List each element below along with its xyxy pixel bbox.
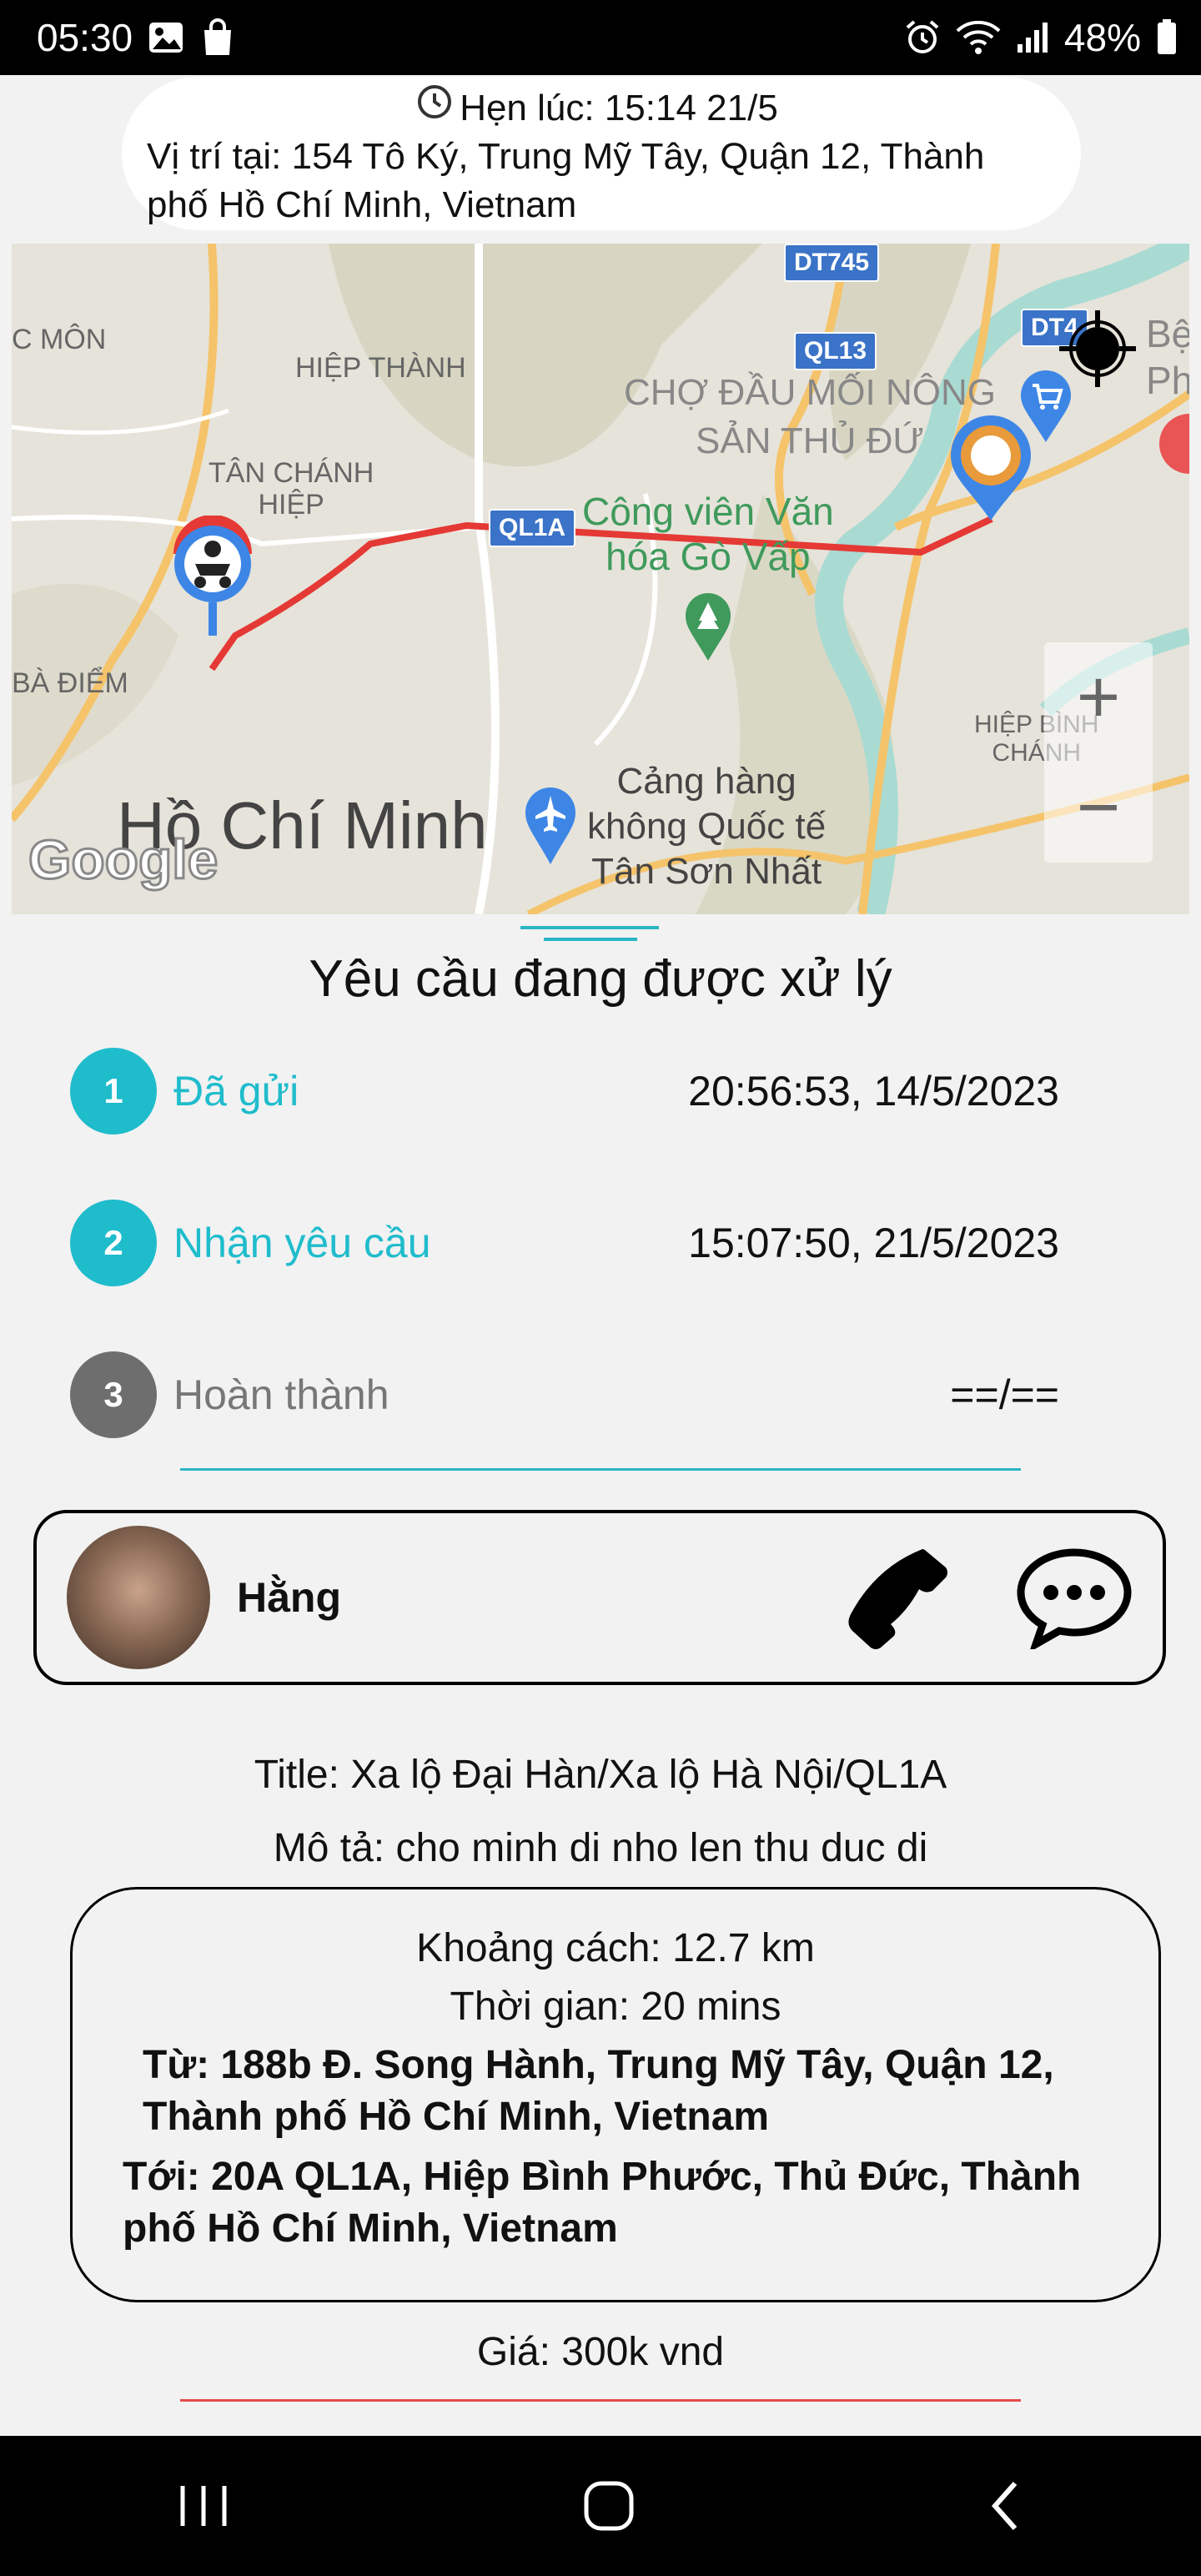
map-label-hiep-thanh: HIỆP THÀNH — [295, 352, 466, 384]
appointment-location: Vị trí tại: 154 Tô Ký, Trung Mỹ Tây, Quậ… — [147, 136, 985, 225]
map-label-cho-dau-moi: CHỢ ĐẦU MỐI NÔNG SẢN THỦ ĐỨ — [624, 372, 996, 461]
trip-duration: Thời gian: 20 mins — [450, 1985, 781, 2029]
map-label-tan-chanh: TÂN CHÁNH HIỆP — [209, 457, 374, 521]
avatar[interactable] — [67, 1526, 210, 1669]
hospital-marker-icon — [1159, 414, 1189, 474]
map-label-airport: Cảng hàng không Quốc tế Tân Sơn Nhất — [587, 761, 827, 892]
request-description: Mô tả: cho minh di nho len thu duc di — [273, 1826, 928, 1870]
signal-icon — [1016, 21, 1049, 54]
status-bar: 05:30 48% — [0, 0, 1201, 75]
clock-time: 05:30 — [37, 16, 133, 59]
step-sent: 1 Đã gửi 20:56:53, 14/5/2023 — [70, 1048, 1059, 1135]
home-icon[interactable] — [581, 2478, 636, 2533]
trip-distance: Khoảng cách: 12.7 km — [416, 1926, 815, 1970]
trip-to: Tới: 20A QL1A, Hiệp Bình Phước, Thủ Đức,… — [123, 2155, 1082, 2251]
step-time: 20:56:53, 14/5/2023 — [688, 1068, 1059, 1114]
request-title: Title: Xa lộ Đại Hàn/Xa lộ Hà Nội/QL1A — [254, 1753, 947, 1797]
step-accepted: 2 Nhận yêu cầu 15:07:50, 21/5/2023 — [70, 1200, 1059, 1286]
divider — [180, 1468, 1021, 1471]
back-icon[interactable] — [985, 2478, 1027, 2533]
airport-marker-icon — [525, 787, 575, 864]
step-time: 15:07:50, 21/5/2023 — [688, 1220, 1059, 1266]
shopping-bag-icon — [199, 18, 236, 57]
sheet-handle-inner — [544, 938, 637, 941]
google-logo: Google — [27, 828, 219, 892]
step-number: 1 — [70, 1048, 157, 1135]
driver-card: Hằng — [33, 1510, 1166, 1685]
trip-details-card: Khoảng cách: 12.7 km Thời gian: 20 mins … — [70, 1887, 1161, 2302]
navigation-bar — [0, 2436, 1201, 2576]
step-number: 3 — [70, 1351, 157, 1438]
gallery-icon — [148, 21, 184, 54]
clock-icon — [416, 83, 453, 133]
sheet-handle[interactable] — [520, 926, 659, 929]
map-label-ba-diem: BÀ ĐIỂM — [12, 667, 128, 699]
alarm-icon — [904, 19, 941, 56]
step-label: Nhận yêu cầu — [173, 1220, 431, 1266]
divider — [180, 2399, 1021, 2402]
driver-name: Hằng — [237, 1574, 341, 1621]
zoom-out-button[interactable]: − — [1044, 752, 1153, 863]
wifi-icon — [956, 21, 1001, 54]
zoom-controls: + − — [1044, 642, 1153, 863]
map-label-be: Bệ Ph — [1146, 312, 1189, 402]
route-map[interactable]: DT745 QL13 QL1A DT4 C MÔN HIỆP THÀNH TÂN… — [12, 244, 1189, 914]
appointment-time: Hẹn lúc: 15:14 21/5 — [460, 87, 778, 128]
step-number: 2 — [70, 1200, 157, 1286]
step-label: Đã gửi — [173, 1068, 299, 1114]
step-label: Hoàn thành — [173, 1371, 389, 1418]
road-shield-dt745: DT745 — [784, 244, 880, 282]
map-label-cong-vien: Công viên Văn hóa Gò Vấp — [582, 490, 834, 578]
trip-price: Giá: 300k vnd — [476, 2330, 725, 2374]
battery-percent: 48% — [1063, 16, 1141, 59]
chat-icon[interactable] — [1016, 1546, 1133, 1649]
appointment-bubble: Hẹn lúc: 15:14 21/5 Vị trí tại: 154 Tô K… — [122, 77, 1081, 230]
trip-from: Từ: 188b Đ. Song Hành, Trung Mỹ Tây, Quậ… — [143, 2043, 1054, 2139]
request-status-title: Yêu cầu đang được xử lý — [309, 950, 892, 1008]
road-shield-ql1a: QL1A — [489, 509, 576, 547]
recent-apps-icon[interactable] — [174, 2481, 233, 2531]
my-location-icon[interactable] — [1059, 310, 1136, 387]
map-label-mon: C MÔN — [12, 324, 107, 355]
phone-call-icon[interactable] — [842, 1544, 949, 1651]
road-shield-ql13: QL13 — [794, 332, 877, 370]
step-completed: 3 Hoàn thành ==/== — [70, 1351, 1059, 1438]
zoom-in-button[interactable]: + — [1044, 642, 1153, 752]
step-time: ==/== — [950, 1371, 1059, 1418]
park-marker-icon — [686, 593, 731, 661]
driver-marker-icon — [173, 516, 252, 636]
battery-icon — [1156, 19, 1178, 56]
destination-pin-icon — [951, 415, 1031, 521]
